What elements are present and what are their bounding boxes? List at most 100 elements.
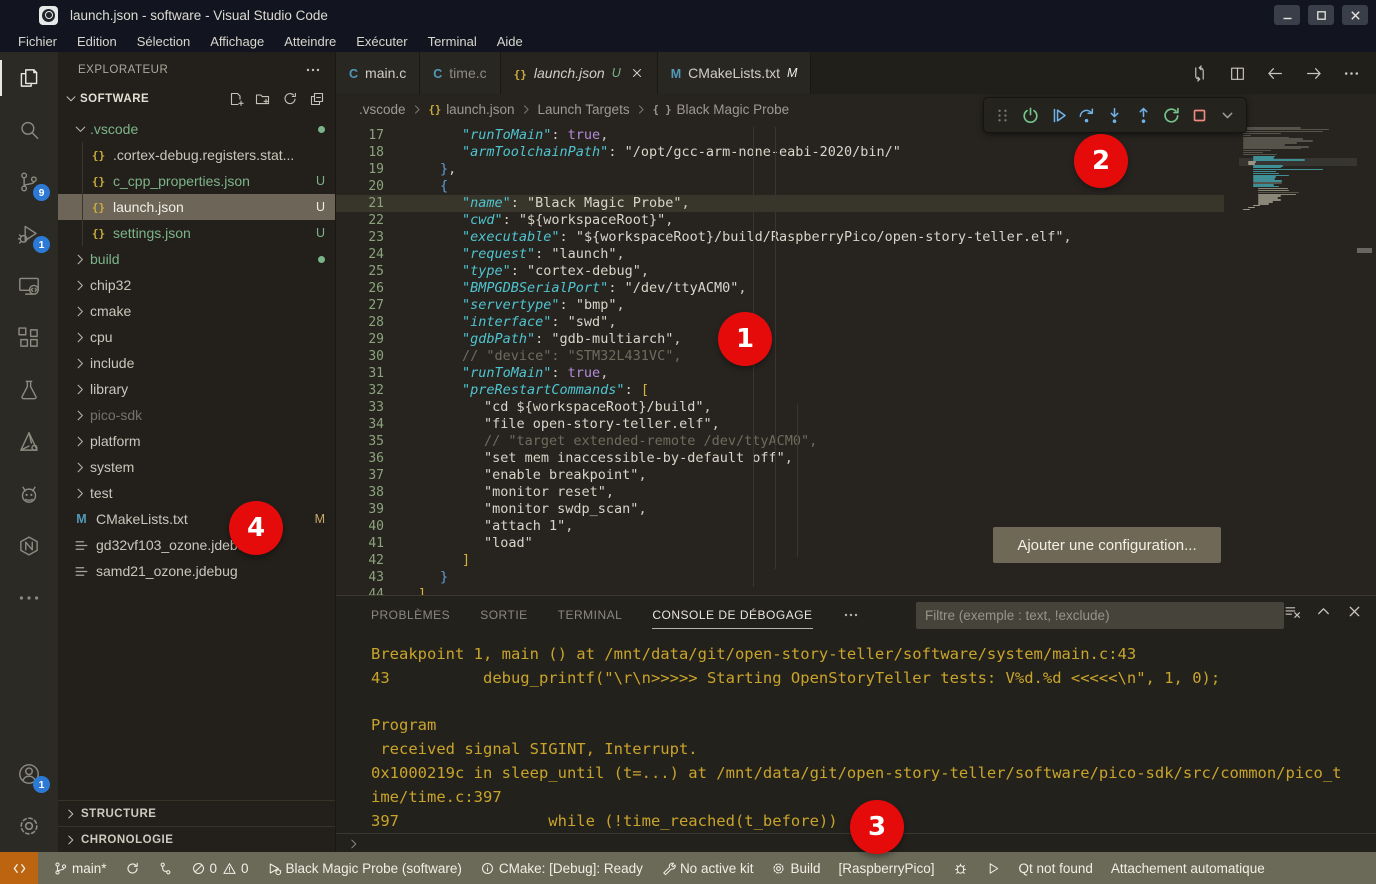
tree-item-launch-json[interactable]: {}launch.jsonU xyxy=(58,194,335,220)
code-line-29[interactable]: 29"gdbPath": "gdb-multiarch", xyxy=(336,331,1376,348)
debug-step-out-button[interactable] xyxy=(1130,101,1157,129)
activity-debug-bot[interactable] xyxy=(0,468,58,520)
menu-sélection[interactable]: Sélection xyxy=(127,32,200,51)
panel-tab-sortie[interactable]: SORTIE xyxy=(480,596,527,634)
status-sync[interactable] xyxy=(116,852,149,884)
tree-item--cortex-debug-registers-stat-[interactable]: {}.cortex-debug.registers.stat... xyxy=(58,142,335,168)
status-debug-target[interactable]: Black Magic Probe (software) xyxy=(258,852,471,884)
code-line-19[interactable]: 19}, xyxy=(336,161,1376,178)
status-launch-target[interactable]: [RaspberryPico] xyxy=(830,852,944,884)
tree-item-settings-json[interactable]: {}settings.jsonU xyxy=(58,220,335,246)
code-line-30[interactable]: 30// "device": "STM32L431VC", xyxy=(336,348,1376,365)
code-line-18[interactable]: 18"armToolchainPath": "/opt/gcc-arm-none… xyxy=(336,144,1376,161)
open-changes-icon[interactable] xyxy=(1191,65,1208,82)
panel-tab-terminal[interactable]: TERMINAL xyxy=(558,596,623,634)
activity-nx-console[interactable] xyxy=(0,520,58,572)
status-debug-bug[interactable] xyxy=(944,852,977,884)
code-line-33[interactable]: 33"cd ${workspaceRoot}/build", xyxy=(336,399,1376,416)
activity-extensions[interactable] xyxy=(0,312,58,364)
tree-item-samd21-ozone-jdebug[interactable]: samd21_ozone.jdebug xyxy=(58,558,335,584)
debug-power-button[interactable] xyxy=(1017,101,1044,129)
tree-item-cmakelists-txt[interactable]: MCMakeLists.txtM xyxy=(58,506,335,532)
debug-step-into-button[interactable] xyxy=(1101,101,1128,129)
status-problems[interactable]: 00 xyxy=(182,852,258,884)
activity-more-views[interactable] xyxy=(0,572,58,624)
tree-item-system[interactable]: system xyxy=(58,454,335,480)
activity-source-control[interactable]: 9 xyxy=(0,156,58,208)
debug-continue-button[interactable] xyxy=(1045,101,1072,129)
tab-cmakelists-txt[interactable]: MCMakeLists.txtM xyxy=(658,52,812,94)
tree-item-chip32[interactable]: chip32 xyxy=(58,272,335,298)
code-editor[interactable]: 16"interface": "swd",17"runToMain": true… xyxy=(336,125,1376,595)
menu-aide[interactable]: Aide xyxy=(487,32,533,51)
tree-item-c-cpp-properties-json[interactable]: {}c_cpp_properties.jsonU xyxy=(58,168,335,194)
panel-more-icon[interactable] xyxy=(843,607,859,623)
status-auto-attach[interactable]: Attachement automatique xyxy=(1102,852,1274,884)
menu-terminal[interactable]: Terminal xyxy=(418,32,487,51)
code-line-27[interactable]: 27"servertype": "bmp", xyxy=(336,297,1376,314)
breadcrumb--vscode[interactable]: .vscode xyxy=(359,102,406,117)
tab-main-c[interactable]: Cmain.c xyxy=(336,52,420,94)
maximize-panel-icon[interactable] xyxy=(1315,603,1332,620)
split-editor-icon[interactable] xyxy=(1229,65,1246,82)
new-file-icon[interactable] xyxy=(228,91,244,107)
close-tab-icon[interactable] xyxy=(630,66,644,80)
debug-drag-grip-button[interactable] xyxy=(989,101,1016,129)
activity-settings[interactable] xyxy=(0,800,58,852)
status-cmake-status[interactable]: CMake: [Debug]: Ready xyxy=(471,852,652,884)
minimap[interactable] xyxy=(1239,125,1357,595)
activity-explorer[interactable] xyxy=(0,52,58,104)
more-actions-icon[interactable] xyxy=(1343,65,1360,82)
code-line-38[interactable]: 38"monitor reset", xyxy=(336,484,1376,501)
sidebar-section-structure[interactable]: STRUCTURE xyxy=(58,800,335,826)
tree-item-cmake[interactable]: cmake xyxy=(58,298,335,324)
tree-item-include[interactable]: include xyxy=(58,350,335,376)
code-line-31[interactable]: 31"runToMain": true, xyxy=(336,365,1376,382)
menu-affichage[interactable]: Affichage xyxy=(200,32,274,51)
code-line-35[interactable]: 35// "target extended-remote /dev/ttyACM… xyxy=(336,433,1376,450)
code-line-44[interactable]: 44] xyxy=(336,586,1376,595)
tree-item-build[interactable]: build xyxy=(58,246,335,272)
code-line-34[interactable]: 34"file open-story-teller.elf", xyxy=(336,416,1376,433)
menu-exécuter[interactable]: Exécuter xyxy=(346,32,417,51)
close-button[interactable] xyxy=(1342,5,1368,25)
status-qt-status[interactable]: Qt not found xyxy=(1010,852,1102,884)
menu-fichier[interactable]: Fichier xyxy=(8,32,67,51)
status-run[interactable] xyxy=(977,852,1010,884)
code-line-28[interactable]: 28"interface": "swd", xyxy=(336,314,1376,331)
code-line-36[interactable]: 36"set mem inaccessible-by-default off", xyxy=(336,450,1376,467)
activity-cmake-tools[interactable] xyxy=(0,416,58,468)
menu-edition[interactable]: Edition xyxy=(67,32,127,51)
tree-item-gd32vf103-ozone-jdebug[interactable]: gd32vf103_ozone.jdebug xyxy=(58,532,335,558)
tab-launch-json[interactable]: {}launch.jsonU xyxy=(501,52,658,94)
code-line-25[interactable]: 25"type": "cortex-debug", xyxy=(336,263,1376,280)
refresh-icon[interactable] xyxy=(282,91,298,107)
panel-tab-console-de-d-bogage[interactable]: CONSOLE DE DÉBOGAGE xyxy=(652,596,812,634)
status-build[interactable]: Build xyxy=(762,852,829,884)
debug-restart-button[interactable] xyxy=(1158,101,1185,129)
new-folder-icon[interactable] xyxy=(255,91,271,107)
debug-step-over-button[interactable] xyxy=(1073,101,1100,129)
code-line-22[interactable]: 22"cwd": "${workspaceRoot}", xyxy=(336,212,1376,229)
tree-item-library[interactable]: library xyxy=(58,376,335,402)
status-git-graph[interactable] xyxy=(149,852,182,884)
minimize-button[interactable] xyxy=(1274,5,1300,25)
status-git-branch[interactable]: main* xyxy=(44,852,116,884)
breadcrumb-launch-json[interactable]: {}launch.json xyxy=(429,102,515,117)
code-line-24[interactable]: 24"request": "launch", xyxy=(336,246,1376,263)
sidebar-section-chronologie[interactable]: CHRONOLOGIE xyxy=(58,826,335,852)
panel-tab-probl-mes[interactable]: PROBLÈMES xyxy=(371,596,450,634)
add-configuration-button[interactable]: Ajouter une configuration... xyxy=(993,527,1221,563)
activity-search[interactable] xyxy=(0,104,58,156)
close-panel-icon[interactable] xyxy=(1346,603,1363,620)
activity-accounts[interactable]: 1 xyxy=(0,748,58,800)
go-forward-icon[interactable] xyxy=(1305,65,1322,82)
tab-time-c[interactable]: Ctime.c xyxy=(420,52,500,94)
activity-run-and-debug[interactable]: 1 xyxy=(0,208,58,260)
clear-console-icon[interactable] xyxy=(1284,603,1301,620)
tree-item--vscode[interactable]: .vscode xyxy=(58,116,335,142)
go-back-icon[interactable] xyxy=(1267,65,1284,82)
breadcrumb-launch-targets[interactable]: Launch Targets xyxy=(538,102,630,117)
tree-item-platform[interactable]: platform xyxy=(58,428,335,454)
tree-item-test[interactable]: test xyxy=(58,480,335,506)
